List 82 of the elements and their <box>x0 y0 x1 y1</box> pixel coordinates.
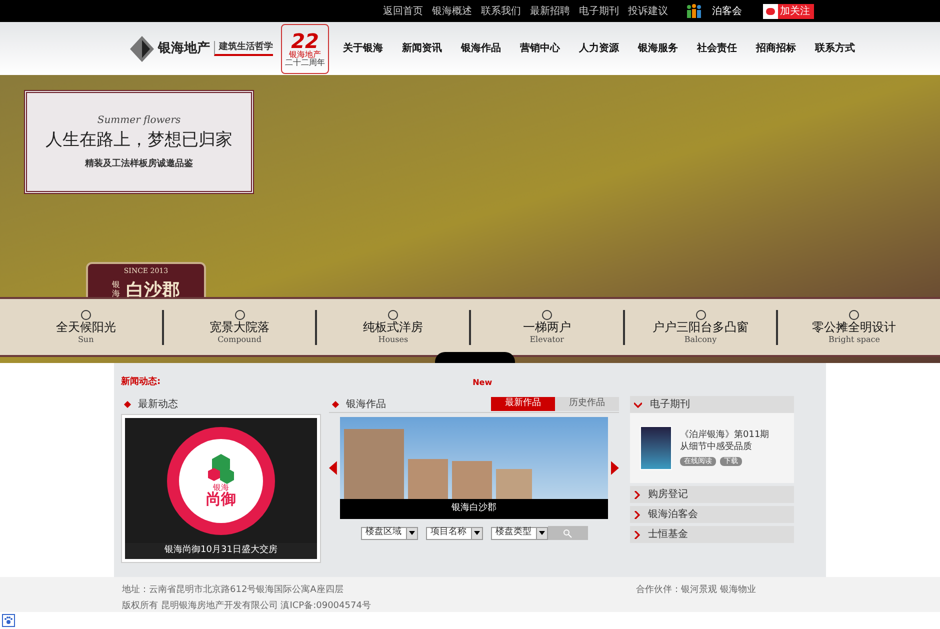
next-arrow-icon[interactable] <box>611 461 619 475</box>
footer-partners: 合作伙伴：银河景观 银海物业 <box>636 584 756 597</box>
dropdown-icon <box>406 528 416 538</box>
slogan: 建筑生活哲学 <box>214 40 273 56</box>
nav-link[interactable]: 招商招标 <box>756 41 796 56</box>
magazine-cover <box>640 426 672 470</box>
anniversary-text: 二十二周年 <box>285 58 325 66</box>
section-title: 最新动态 <box>138 398 178 412</box>
script-title: Summer flowers <box>97 114 181 128</box>
nav-link[interactable]: 银海作品 <box>461 41 501 56</box>
nav-link[interactable]: 关于银海 <box>343 41 383 56</box>
filter-dropdown[interactable]: 项目名称 <box>426 526 482 540</box>
ticker-label: 新闻动态: <box>121 376 161 390</box>
caret-down-icon <box>634 402 642 408</box>
poster-brand: 银海 <box>213 484 229 492</box>
feature-english: Sun <box>78 334 94 344</box>
nav-link[interactable]: 银海服务 <box>638 41 678 56</box>
top-link[interactable]: 投诉建议 <box>628 4 668 18</box>
magazine-line: 从细节中感受品质 <box>680 442 753 453</box>
anniversary-name: 银海地产 <box>289 50 321 58</box>
nav-link[interactable]: 社会责任 <box>697 41 737 56</box>
top-link[interactable]: 联系我们 <box>481 4 521 18</box>
top-link[interactable]: 最新招聘 <box>530 4 570 18</box>
feature-icon <box>388 310 398 320</box>
works-tab[interactable]: 最新作品 <box>491 397 555 411</box>
caret-icon <box>634 510 640 518</box>
feature-name: 宽景大院落 <box>210 320 270 334</box>
section-title: 银海作品 <box>346 398 386 412</box>
footer-address: 地址：云南省昆明市北京路612号银海国际公寓A座四层 <box>122 584 344 597</box>
logo-name: 银海地产 <box>158 40 210 58</box>
logo-icon <box>130 36 154 62</box>
feature-english: Bright space <box>828 334 880 344</box>
works-caption: 银海白沙郡 <box>340 499 608 519</box>
feature-english: Houses <box>378 334 408 344</box>
follow-button[interactable]: 加关注 <box>763 4 814 18</box>
feature-icon <box>234 310 244 320</box>
nav-link[interactable]: 联系方式 <box>815 41 855 56</box>
nav-link[interactable]: 人力资源 <box>579 41 619 56</box>
feature-english: Elevator <box>530 334 564 344</box>
search-icon <box>563 528 572 538</box>
badge-brand: 银海 <box>112 281 121 300</box>
top-link[interactable]: 电子期刊 <box>579 4 619 18</box>
feature-english: Compound <box>218 334 262 344</box>
filter-dropdown[interactable]: 楼盘类型 <box>490 526 548 540</box>
footer-copyright: 版权所有 昆明银海房地产开发有限公司 滇ICP备:09004574号 <box>122 600 371 612</box>
sidebar-link[interactable]: 士恒基金 <box>630 526 794 543</box>
feature-icon <box>80 310 91 320</box>
poster-name: 尚御 <box>206 492 236 507</box>
feature-english: Balcony <box>684 334 717 344</box>
anniversary-number: 22 <box>291 30 319 50</box>
sidebar-link[interactable]: 银海泊客会 <box>630 506 794 523</box>
feature-name: 全天候阳光 <box>56 320 116 334</box>
feature-name: 零公摊全明设计 <box>812 320 896 334</box>
caret-icon <box>634 530 640 538</box>
feature-name: 一梯两户 <box>522 320 571 334</box>
feature-name: 户户三阳台多凸窗 <box>652 320 749 334</box>
top-link[interactable]: 返回首页 <box>383 4 423 18</box>
works-tab[interactable]: 历史作品 <box>555 397 619 411</box>
feature-icon <box>696 310 706 320</box>
club-link[interactable]: 泊客会 <box>712 4 742 18</box>
scroll-tab[interactable] <box>435 352 515 363</box>
paw-icon[interactable] <box>2 614 15 627</box>
caret-icon <box>634 490 640 498</box>
dropdown-icon <box>536 528 546 538</box>
feature-icon <box>849 310 860 320</box>
banner-subtitle: 精装及工法样板房诚邀品鉴 <box>85 158 193 170</box>
dropdown-icon <box>470 528 482 538</box>
magazine-line: 《泊岸银海》第011期 <box>680 430 770 442</box>
prev-arrow-icon[interactable] <box>329 461 337 475</box>
feature-icon <box>542 310 552 320</box>
sidebar-title: 电子期刊 <box>650 398 690 412</box>
sidebar-link[interactable]: 购房登记 <box>630 486 794 503</box>
filter-dropdown[interactable]: 楼盘区域 <box>360 526 418 540</box>
news-caption: 银海尚御10月31日盛大交房 <box>125 543 317 559</box>
top-link[interactable]: 银海概述 <box>432 4 472 18</box>
nav-link[interactable]: 新闻资讯 <box>402 41 442 56</box>
people-icon <box>685 4 703 18</box>
hexagon-logo-icon <box>206 454 236 484</box>
banner-headline: 人生在路上，梦想已归家 <box>46 129 232 152</box>
feature-name: 纯板式洋房 <box>363 320 424 334</box>
nav-link[interactable]: 营销中心 <box>520 41 560 56</box>
new-label: New <box>472 377 492 389</box>
